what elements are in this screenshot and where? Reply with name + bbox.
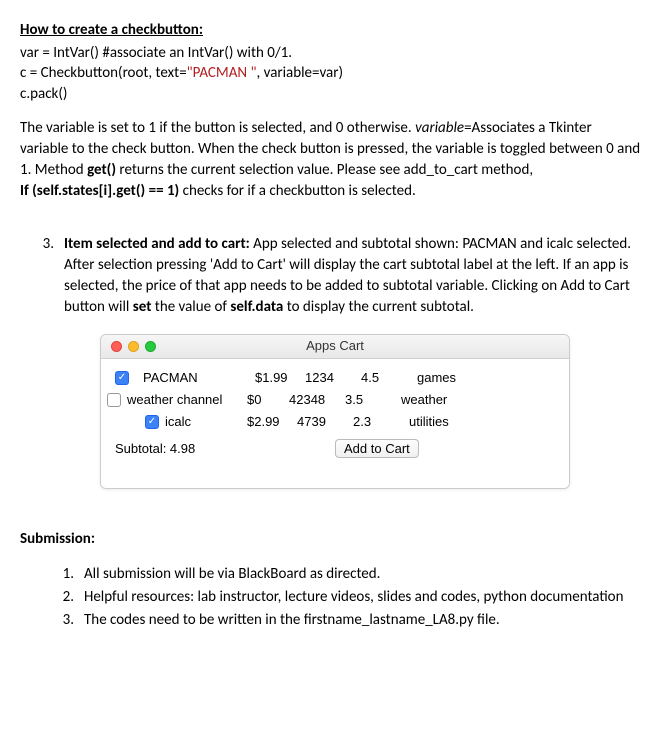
- app-category: weather: [401, 391, 471, 409]
- code-string-literal: "PACMAN ": [187, 64, 257, 82]
- app-rating: 4.5: [361, 369, 417, 387]
- italic-variable: variable: [415, 119, 464, 137]
- submission-list: 1. All submission will be via BlackBoard…: [40, 564, 642, 631]
- para-text: returns the current selection value. Ple…: [116, 161, 533, 179]
- window-body: ✓ PACMAN $1.99 1234 4.5 games weather ch…: [101, 359, 569, 489]
- app-category: utilities: [409, 413, 479, 431]
- bold-get: get(): [87, 161, 116, 179]
- window-titlebar: Apps Cart: [101, 335, 569, 359]
- app-row: ✓ PACMAN $1.99 1234 4.5 games: [115, 367, 555, 389]
- code-text: , variable=var): [257, 64, 344, 82]
- list-number: 3.: [40, 234, 64, 318]
- window-title: Apps Cart: [101, 337, 569, 355]
- list-item: 2. Helpful resources: lab instructor, le…: [60, 587, 642, 608]
- list-text: All submission will be via BlackBoard as…: [84, 564, 642, 585]
- app-id: 4739: [297, 413, 353, 431]
- app-rating: 3.5: [345, 391, 401, 409]
- code-line-2: c = Checkbutton(root, text="PACMAN ", va…: [20, 63, 642, 83]
- list-item: 3. The codes need to be written in the f…: [60, 610, 642, 631]
- checkbox-icalc[interactable]: ✓: [145, 415, 159, 429]
- item3-title: Item selected and add to cart:: [64, 235, 253, 253]
- checkbox-pacman[interactable]: ✓: [115, 371, 129, 385]
- app-name: PACMAN: [135, 369, 255, 387]
- app-id: 1234: [305, 369, 361, 387]
- list-number: 3.: [60, 610, 84, 631]
- list-number: 1.: [60, 564, 84, 585]
- app-price: $2.99: [247, 413, 297, 431]
- app-category: games: [417, 369, 487, 387]
- code-line-3: c.pack(): [20, 84, 642, 104]
- bold-if-stmt: If (self.states[i].get() == 1): [20, 182, 183, 200]
- list-text: The codes need to be written in the firs…: [84, 610, 642, 631]
- app-row: ✓ icalc $2.99 4739 2.3 utilities: [115, 411, 555, 433]
- bold-set: set: [133, 298, 152, 316]
- subtotal-label: Subtotal: 4.98: [115, 440, 315, 458]
- list-item-3: 3. Item selected and add to cart: App se…: [40, 234, 642, 318]
- list-text: Helpful resources: lab instructor, lectu…: [84, 587, 642, 608]
- list-number: 2.: [60, 587, 84, 608]
- add-to-cart-button[interactable]: Add to Cart: [335, 439, 419, 458]
- list-item: 1. All submission will be via BlackBoard…: [60, 564, 642, 585]
- minimize-icon[interactable]: [128, 341, 139, 352]
- app-window: Apps Cart ✓ PACMAN $1.99 1234 4.5 games …: [100, 334, 570, 490]
- subtotal-row: Subtotal: 4.98 Add to Cart: [115, 433, 555, 458]
- bold-selfdata: self.data: [230, 298, 283, 316]
- app-row: weather channel $0 42348 3.5 weather: [115, 389, 555, 411]
- code-text: c = Checkbutton(root, text=: [20, 64, 187, 82]
- app-name: weather channel: [127, 391, 247, 409]
- submission-heading: Submission:: [20, 529, 642, 550]
- close-icon[interactable]: [111, 341, 122, 352]
- section-heading: How to create a checkbutton:: [20, 20, 642, 41]
- paragraph-explanation: The variable is set to 1 if the button i…: [20, 118, 642, 202]
- code-line-1: var = IntVar() #associate an IntVar() wi…: [20, 43, 642, 63]
- app-price: $1.99: [255, 369, 305, 387]
- app-price: $0: [247, 391, 289, 409]
- maximize-icon[interactable]: [145, 341, 156, 352]
- traffic-lights: [101, 341, 156, 352]
- checkbox-weather[interactable]: [107, 393, 121, 407]
- para-text: The variable is set to 1 if the button i…: [20, 119, 415, 137]
- app-rating: 2.3: [353, 413, 409, 431]
- app-id: 42348: [289, 391, 345, 409]
- para-text: checks for if a checkbutton is selected.: [183, 182, 416, 200]
- item3-text: the value of: [151, 298, 230, 316]
- list-body: Item selected and add to cart: App selec…: [64, 234, 642, 318]
- item3-text: to display the current subtotal.: [283, 298, 474, 316]
- code-block: var = IntVar() #associate an IntVar() wi…: [20, 43, 642, 104]
- app-name: icalc: [165, 413, 247, 431]
